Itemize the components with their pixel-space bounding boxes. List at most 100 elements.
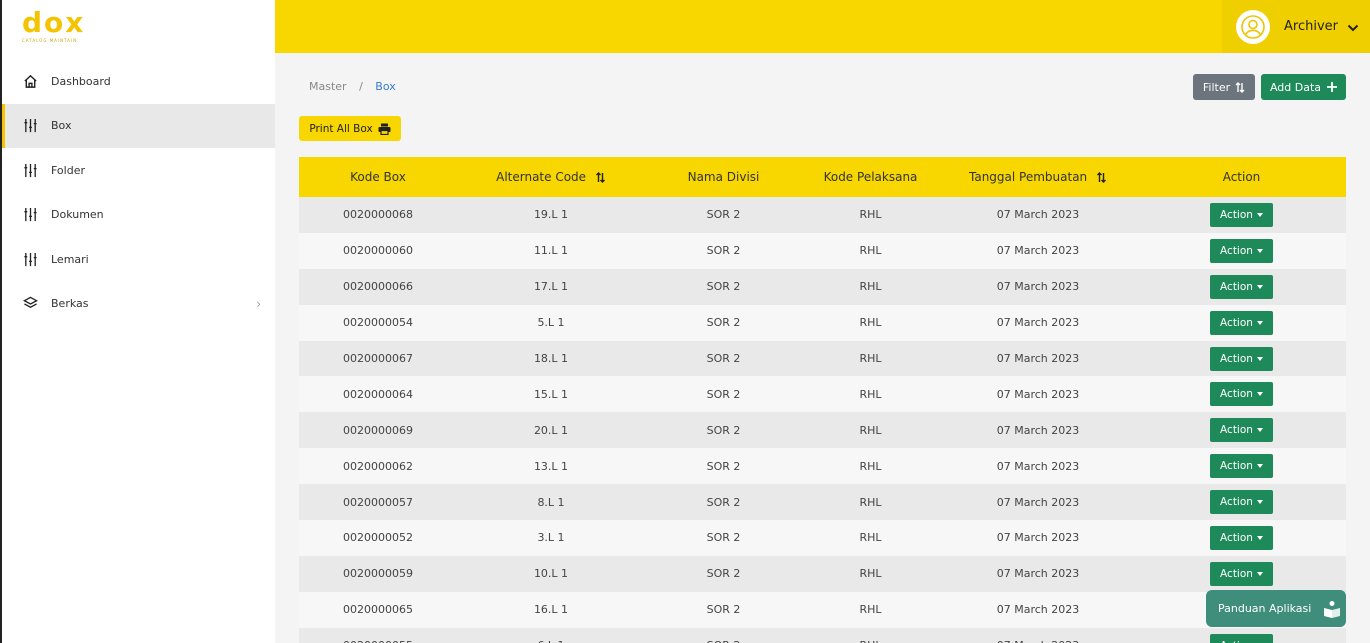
cell-kode-pelaksana: RHL xyxy=(859,387,882,401)
cell-alternate-code: 17.L 1 xyxy=(533,280,569,294)
sidebar-item-label: Box xyxy=(51,119,72,133)
print-all-box-button[interactable]: Print All Box xyxy=(299,116,401,141)
column-header-alternate-code[interactable]: Alternate Code xyxy=(457,157,645,197)
action-label: Action xyxy=(1220,244,1253,257)
cell-kode-pelaksana: RHL xyxy=(859,280,882,294)
cell-action: Action xyxy=(1137,412,1346,448)
cell-nama-divisi: SOR 2 xyxy=(706,495,741,509)
breadcrumb-current[interactable]: Box xyxy=(375,80,395,93)
cell-nama-divisi: SOR 2 xyxy=(706,316,741,330)
cell-nama-divisi: SOR 2 xyxy=(706,208,741,222)
cell-action: Action xyxy=(1137,197,1346,233)
sidebar-item-label: Berkas xyxy=(51,297,89,311)
table-row: 0020000069 20.L 1 SOR 2 RHL 07 March 2023 Act… xyxy=(299,412,1346,449)
cell-nama-divisi: SOR 2 xyxy=(706,531,741,545)
logo[interactable]: dox CATALOG MAINTAIN xyxy=(2,0,275,53)
home-icon xyxy=(22,73,38,89)
cell-nama-divisi: SOR 2 xyxy=(706,244,741,258)
sidebar-item-box[interactable]: Box xyxy=(2,103,275,148)
action-label: Action xyxy=(1220,640,1253,643)
sidebar-item-dashboard[interactable]: Dashboard xyxy=(2,59,275,104)
action-dropdown-button[interactable]: Action xyxy=(1210,238,1273,263)
cell-nama-divisi: SOR 2 xyxy=(706,423,741,437)
cell-tanggal-pembuatan: 07 March 2023 xyxy=(996,280,1080,294)
sidebar-item-lemari[interactable]: Lemari xyxy=(2,237,275,282)
column-header-tanggal-pembuatan[interactable]: Tanggal Pembuatan xyxy=(939,157,1137,197)
avatar xyxy=(1236,9,1270,44)
cell-kode-box: 0020000067 xyxy=(343,352,413,365)
cell-action: Action xyxy=(1137,628,1346,643)
action-dropdown-button[interactable]: Action xyxy=(1210,561,1273,586)
action-dropdown-button[interactable]: Action xyxy=(1210,202,1273,227)
panduan-aplikasi-button[interactable]: Panduan Aplikasi xyxy=(1206,590,1346,627)
sidebar-item-folder[interactable]: Folder xyxy=(2,148,275,193)
table-row: 0020000062 13.L 1 SOR 2 RHL 07 March 2023 Act… xyxy=(299,448,1346,485)
cell-alternate-code: 6.L 1 xyxy=(457,628,645,643)
action-dropdown-button[interactable]: Action xyxy=(1210,382,1273,407)
cell-tanggal-pembuatan: 07 March 2023 xyxy=(996,387,1080,401)
cell-tanggal-pembuatan: 07 March 2023 xyxy=(996,567,1080,581)
action-label: Action xyxy=(1220,316,1253,329)
action-label: Action xyxy=(1220,424,1253,437)
action-label: Action xyxy=(1220,567,1253,580)
action-dropdown-button[interactable]: Action xyxy=(1210,418,1273,443)
cell-tanggal-pembuatan: 07 March 2023 xyxy=(996,244,1080,258)
cell-tanggal-pembuatan: 07 March 2023 xyxy=(996,603,1080,617)
cell-kode-box: 0020000065 xyxy=(343,603,413,617)
guide-icon xyxy=(1324,600,1341,618)
sidebar-item-label: Lemari xyxy=(51,252,89,266)
table-row: 0020000064 15.L 1 SOR 2 RHL 07 March 2023 Act… xyxy=(299,376,1346,413)
sort-icon[interactable] xyxy=(1096,172,1107,183)
cell-kode-pelaksana: RHL xyxy=(859,567,882,581)
add-data-button[interactable]: Add Data xyxy=(1261,74,1346,100)
cell-kode-box: 0020000055 xyxy=(299,628,457,643)
cell-kode-box: 0020000052 xyxy=(343,531,413,545)
cell-kode-box: 0020000066 xyxy=(343,280,413,294)
cell-tanggal-pembuatan: 07 March 2023 xyxy=(996,208,1080,222)
filter-button[interactable]: Filter xyxy=(1193,74,1255,100)
cell-action: Action xyxy=(1137,233,1346,269)
cell-kode-box: 0020000060 xyxy=(343,244,413,258)
sliders-icon xyxy=(22,207,38,223)
caret-down-icon xyxy=(1256,284,1263,289)
caret-down-icon xyxy=(1256,428,1263,433)
table-row: 0020000068 19.L 1 SOR 2 RHL 07 March 2023 Act… xyxy=(299,197,1346,233)
caret-down-icon xyxy=(1256,248,1263,253)
table-header-row: Kode Box Alternate Code Nama Divisi Kode… xyxy=(299,157,1346,197)
layers-icon xyxy=(22,296,38,312)
cell-alternate-code: 5.L 1 xyxy=(537,316,565,330)
breadcrumb-parent[interactable]: Master xyxy=(309,80,347,93)
caret-down-icon xyxy=(1256,500,1263,505)
cell-kode-pelaksana: RHL xyxy=(859,423,882,437)
cell-action: Action xyxy=(1137,520,1346,556)
column-header-kode-pelaksana: Kode Pelaksana xyxy=(823,170,918,184)
sort-icon[interactable] xyxy=(595,172,606,183)
cell-kode-box: 0020000068 xyxy=(343,208,413,222)
print-label: Print All Box xyxy=(309,122,373,135)
sidebar-item-label: Folder xyxy=(51,163,85,177)
column-header-label: Tanggal Pembuatan xyxy=(969,170,1088,184)
cell-alternate-code: 8.L 1 xyxy=(537,495,565,509)
cell-nama-divisi: SOR 2 xyxy=(645,628,802,643)
cell-kode-box: 0020000057 xyxy=(343,495,413,509)
cell-kode-pelaksana: RHL xyxy=(859,352,882,365)
cell-alternate-code: 10.L 1 xyxy=(533,567,569,581)
action-dropdown-button[interactable]: Action xyxy=(1210,525,1273,550)
column-header-kode-box: Kode Box xyxy=(350,170,406,184)
table-row: 0020000052 3.L 1 SOR 2 RHL 07 March 2023 Acti… xyxy=(299,520,1346,556)
action-dropdown-button[interactable]: Action xyxy=(1210,274,1273,299)
cell-alternate-code: 18.L 1 xyxy=(533,352,569,365)
cell-alternate-code: 3.L 1 xyxy=(537,531,565,545)
action-dropdown-button[interactable]: Action xyxy=(1210,490,1273,515)
cell-nama-divisi: SOR 2 xyxy=(706,567,741,581)
sidebar-item-dokumen[interactable]: Dokumen xyxy=(2,193,275,238)
sidebar-item-berkas[interactable]: Berkas › xyxy=(2,282,275,327)
action-dropdown-button[interactable]: Action xyxy=(1210,346,1273,371)
add-data-label: Add Data xyxy=(1269,80,1322,94)
user-menu[interactable]: Archiver xyxy=(1222,0,1370,53)
action-dropdown-button[interactable]: Action xyxy=(1210,633,1273,643)
logo-tagline: CATALOG MAINTAIN xyxy=(22,38,78,43)
action-dropdown-button[interactable]: Action xyxy=(1210,310,1273,335)
action-dropdown-button[interactable]: Action xyxy=(1210,454,1273,479)
user-name: Archiver xyxy=(1284,19,1338,34)
